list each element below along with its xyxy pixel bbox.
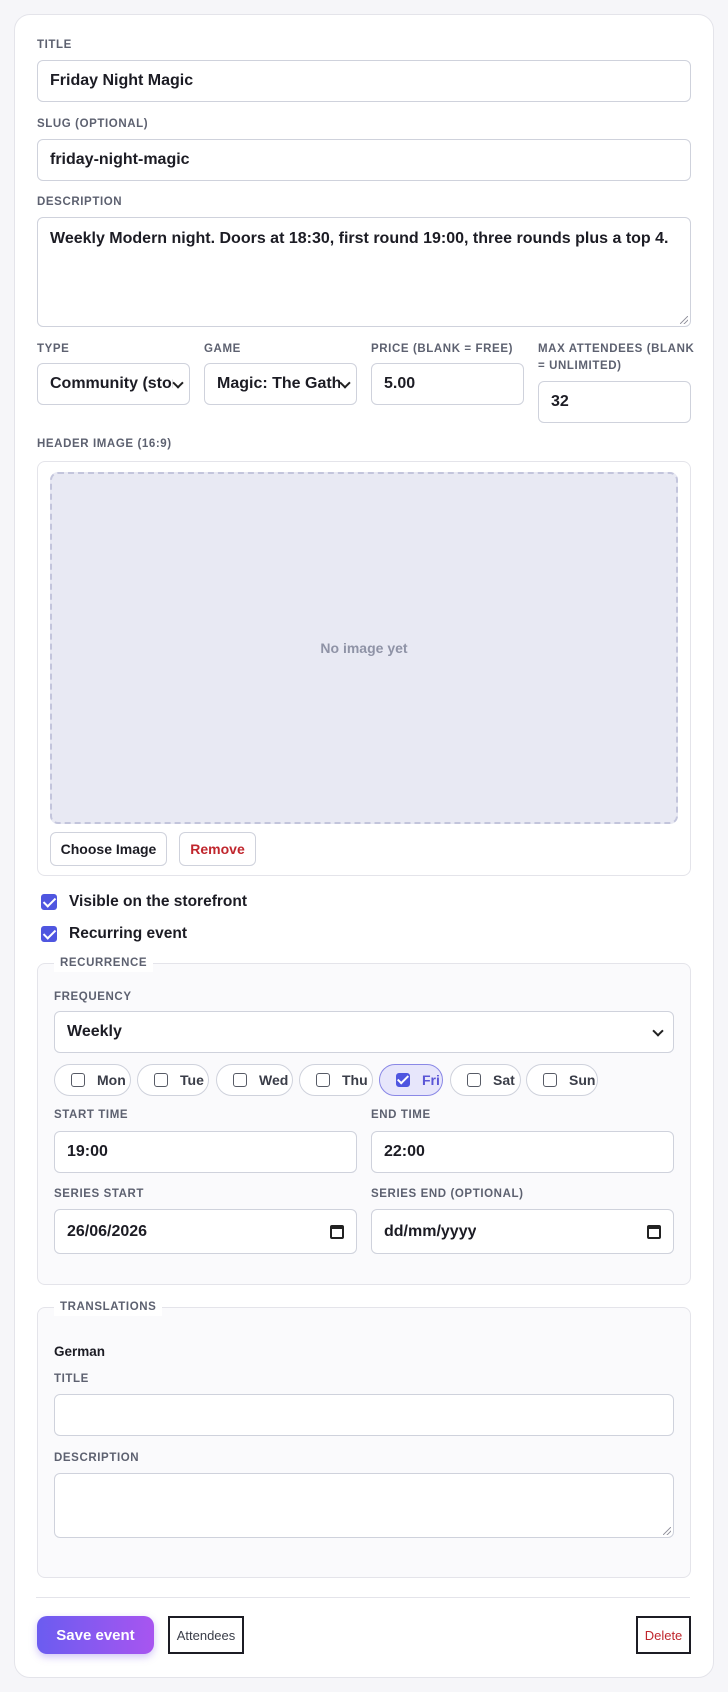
slug-value: friday-night-magic bbox=[50, 151, 190, 168]
weekday-label: Sat bbox=[493, 1072, 515, 1088]
translations-legend: TRANSLATIONS bbox=[54, 1299, 163, 1316]
translation-title-label: TITLE bbox=[54, 1373, 89, 1385]
weekday-pill[interactable]: Sat bbox=[450, 1064, 521, 1096]
series-start-date-input[interactable]: 26/06/2026 bbox=[54, 1209, 357, 1254]
weekday-checkbox[interactable] bbox=[467, 1073, 481, 1087]
frequency-label: FREQUENCY bbox=[54, 991, 132, 1003]
title-value: Friday Night Magic bbox=[50, 72, 194, 89]
calendar-icon[interactable] bbox=[330, 1224, 344, 1239]
start-time-input[interactable]: 19:00 bbox=[54, 1131, 357, 1173]
translation-title-input[interactable] bbox=[54, 1394, 674, 1436]
recurring-checkbox[interactable] bbox=[41, 926, 57, 942]
price-value: 5.00 bbox=[384, 375, 416, 392]
resize-handle-icon[interactable] bbox=[680, 316, 688, 324]
game-select[interactable]: Magic: The Gathering bbox=[204, 363, 357, 405]
price-label: PRICE (BLANK = FREE) bbox=[371, 343, 514, 355]
series-start-value: 26/06/2026 bbox=[67, 1222, 148, 1240]
series-end-label: SERIES END (OPTIONAL) bbox=[371, 1188, 524, 1200]
max-attendees-label-line1: MAX ATTENDEES (BLANK bbox=[538, 343, 695, 355]
weekday-label: Fri bbox=[422, 1072, 440, 1088]
weekday-checkbox[interactable] bbox=[316, 1073, 330, 1087]
weekday-label: Sun bbox=[569, 1072, 596, 1088]
delete-button[interactable]: Delete bbox=[636, 1616, 691, 1654]
weekday-checkbox[interactable] bbox=[71, 1073, 85, 1087]
translation-description-label: DESCRIPTION bbox=[54, 1452, 140, 1464]
recurrence-legend: RECURRENCE bbox=[54, 955, 154, 972]
start-time-label: START TIME bbox=[54, 1109, 129, 1121]
chevron-down-icon bbox=[653, 1027, 663, 1037]
calendar-icon[interactable] bbox=[647, 1224, 661, 1239]
series-end-value: dd/mm/yyyy bbox=[384, 1222, 477, 1240]
visible-label: Visible on the storefront bbox=[69, 893, 247, 910]
frequency-value: Weekly bbox=[67, 1023, 122, 1040]
no-image-placeholder: No image yet bbox=[320, 640, 408, 656]
description-value: Weekly Modern night. Doors at 18:30, fir… bbox=[50, 230, 669, 247]
weekday-checkbox[interactable] bbox=[543, 1073, 557, 1087]
weekday-label: Mon bbox=[97, 1072, 126, 1088]
weekday-pill[interactable]: Mon bbox=[54, 1064, 131, 1096]
weekday-label: Tue bbox=[180, 1072, 204, 1088]
weekday-label: Thu bbox=[342, 1072, 368, 1088]
image-dropzone[interactable]: No image yet bbox=[50, 472, 678, 824]
type-select[interactable]: Community (store) bbox=[37, 363, 190, 405]
attendees-button[interactable]: Attendees bbox=[168, 1616, 244, 1654]
frequency-select[interactable]: Weekly bbox=[54, 1011, 674, 1053]
weekday-pill[interactable]: Tue bbox=[137, 1064, 209, 1096]
visible-checkbox[interactable] bbox=[41, 894, 57, 910]
choose-image-button[interactable]: Choose Image bbox=[50, 832, 167, 866]
max-attendees-value: 32 bbox=[551, 393, 569, 410]
recurring-event-option[interactable]: Recurring event bbox=[41, 925, 187, 943]
description-textarea[interactable]: Weekly Modern night. Doors at 18:30, fir… bbox=[37, 217, 691, 327]
weekday-label: Wed bbox=[259, 1072, 289, 1088]
weekday-checkbox[interactable] bbox=[154, 1073, 168, 1087]
game-value: Magic: The Gathering bbox=[217, 375, 340, 392]
header-image-label: HEADER IMAGE (16:9) bbox=[37, 438, 172, 450]
remove-image-button[interactable]: Remove bbox=[179, 832, 256, 866]
series-start-label: SERIES START bbox=[54, 1188, 145, 1200]
weekday-pill[interactable]: Wed bbox=[216, 1064, 293, 1096]
type-label: TYPE bbox=[37, 343, 70, 355]
resize-handle-icon[interactable] bbox=[663, 1527, 671, 1535]
end-time-value: 22:00 bbox=[384, 1143, 425, 1160]
type-value: Community (store) bbox=[50, 375, 173, 392]
recurring-label: Recurring event bbox=[69, 925, 188, 942]
start-time-value: 19:00 bbox=[67, 1143, 108, 1160]
translation-description-textarea[interactable] bbox=[54, 1473, 674, 1538]
chevron-down-icon bbox=[340, 379, 350, 389]
visible-storefront-option[interactable]: Visible on the storefront bbox=[41, 893, 247, 911]
weekday-pill[interactable]: Thu bbox=[299, 1064, 373, 1096]
description-label: DESCRIPTION bbox=[37, 196, 123, 208]
weekday-pill[interactable]: Fri bbox=[379, 1064, 443, 1096]
chevron-down-icon bbox=[173, 379, 183, 389]
series-end-date-input[interactable]: dd/mm/yyyy bbox=[371, 1209, 674, 1254]
slug-input[interactable]: friday-night-magic bbox=[37, 139, 691, 181]
title-label: TITLE bbox=[37, 39, 72, 51]
slug-label: SLUG (OPTIONAL) bbox=[37, 118, 149, 130]
price-input[interactable]: 5.00 bbox=[371, 363, 524, 405]
actions-divider bbox=[36, 1597, 690, 1598]
end-time-input[interactable]: 22:00 bbox=[371, 1131, 674, 1173]
translation-language-heading: German bbox=[54, 1344, 106, 1359]
end-time-label: END TIME bbox=[371, 1109, 431, 1121]
title-input[interactable]: Friday Night Magic bbox=[37, 60, 691, 102]
save-event-button[interactable]: Save event bbox=[37, 1616, 154, 1654]
weekday-checkbox[interactable] bbox=[396, 1073, 410, 1087]
max-attendees-input[interactable]: 32 bbox=[538, 381, 691, 423]
weekday-checkbox[interactable] bbox=[233, 1073, 247, 1087]
weekday-pill[interactable]: Sun bbox=[526, 1064, 598, 1096]
game-label: GAME bbox=[204, 343, 241, 355]
max-attendees-label-line2: = UNLIMITED) bbox=[538, 360, 622, 372]
